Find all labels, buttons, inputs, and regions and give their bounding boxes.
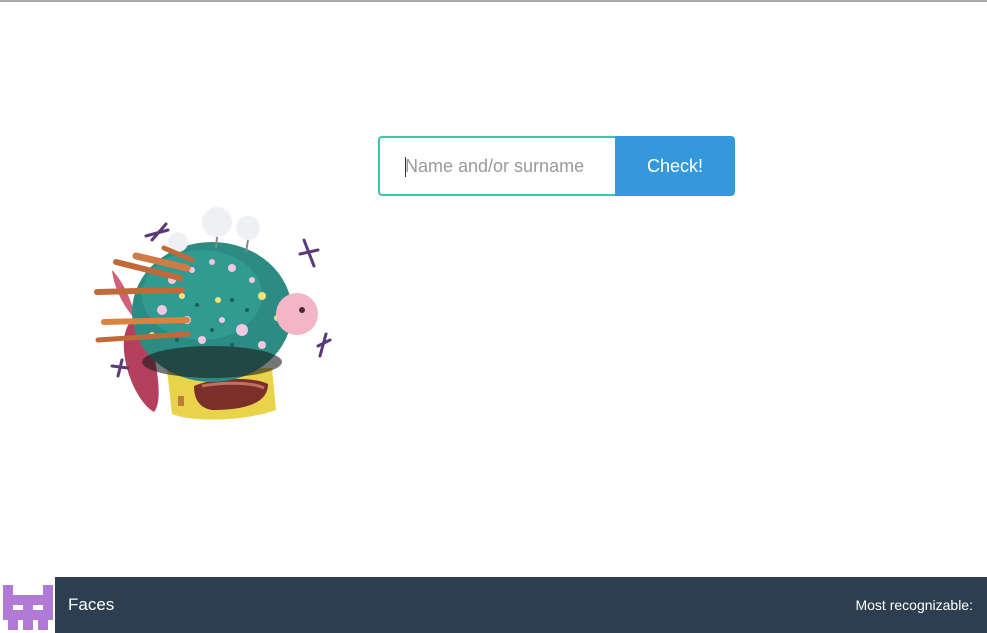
app-title[interactable]: Faces [68,595,114,615]
text-cursor [405,157,406,177]
pufferfish-airship-illustration [94,207,332,420]
pixel-face-logo-glyph [2,585,53,630]
search-form: Check! [378,136,735,196]
page: Check! [0,0,987,633]
footer-bar: Faces Most recognizable: [0,577,987,633]
pixel-face-logo-icon[interactable] [0,577,55,633]
name-search-input[interactable] [378,136,615,196]
most-recognizable-label: Most recognizable: [855,597,973,613]
check-button[interactable]: Check! [615,136,735,196]
top-border [0,0,987,2]
